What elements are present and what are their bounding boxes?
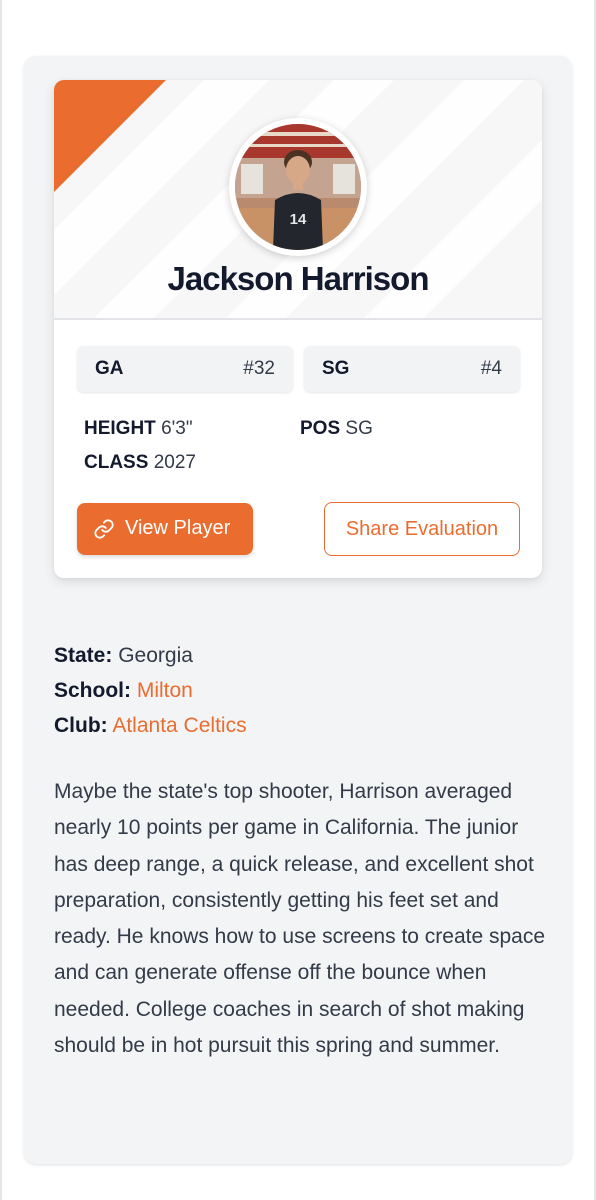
info-label: State: xyxy=(54,644,113,667)
info-state: State: Georgia xyxy=(54,644,193,668)
stat-label: CLASS xyxy=(84,452,149,473)
player-avatar: 14 xyxy=(229,118,367,256)
school-link[interactable]: Milton xyxy=(137,679,193,702)
info-label: Club: xyxy=(54,714,108,737)
stat-label: HEIGHT xyxy=(84,418,156,439)
evaluation-text: Maybe the state's top shooter, Harrison … xyxy=(54,780,546,1058)
share-evaluation-button[interactable]: Share Evaluation xyxy=(324,502,520,556)
link-icon xyxy=(94,519,114,539)
stat-value: 2027 xyxy=(153,452,196,473)
stat-value: 6'3" xyxy=(161,418,193,439)
view-player-button[interactable]: View Player xyxy=(77,503,253,555)
ranking-pill-state: GA #32 xyxy=(77,346,293,392)
state-value: Georgia xyxy=(118,644,193,667)
view-player-label: View Player xyxy=(125,517,231,539)
info-school: School: Milton xyxy=(54,679,193,703)
card-banner: 14 Jackson Harrison xyxy=(54,80,542,320)
player-name: Jackson Harrison xyxy=(167,260,430,297)
stat-label: POS xyxy=(300,418,341,439)
svg-text:14: 14 xyxy=(290,211,307,228)
player-photo: 14 xyxy=(235,124,361,250)
stat-position: POS SG xyxy=(300,418,373,440)
player-card: 14 Jackson Harrison GA #32 SG #4 HEIGHT … xyxy=(54,80,542,578)
ranking-label: GA xyxy=(95,358,124,379)
ranking-label: SG xyxy=(322,358,350,379)
ranking-value: #32 xyxy=(243,358,275,379)
club-link[interactable]: Atlanta Celtics xyxy=(112,714,246,737)
info-club: Club: Atlanta Celtics xyxy=(54,714,247,738)
stat-class: CLASS 2027 xyxy=(84,452,196,474)
stat-value: SG xyxy=(345,418,373,439)
info-label: School: xyxy=(54,679,131,702)
page-edge-left xyxy=(0,0,2,1200)
ranking-pill-position: SG #4 xyxy=(304,346,520,392)
stat-height: HEIGHT 6'3" xyxy=(84,418,193,440)
player-panel: 14 Jackson Harrison GA #32 SG #4 HEIGHT … xyxy=(24,56,572,1164)
ranking-value: #4 xyxy=(480,358,502,379)
